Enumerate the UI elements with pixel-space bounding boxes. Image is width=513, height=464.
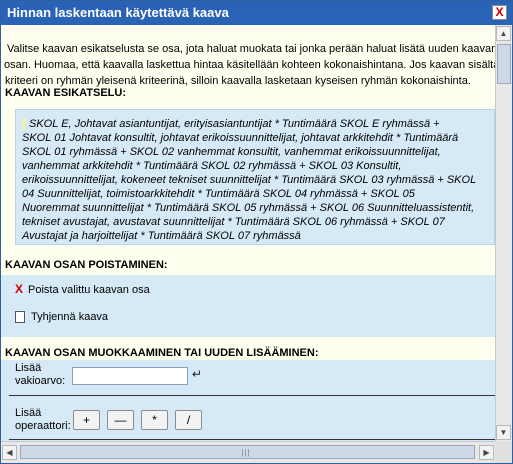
divider	[9, 395, 495, 396]
formula-line[interactable]: SKOL 01 ryhmässä + SKOL 02 vanhemmat kon…	[22, 145, 490, 159]
scroll-right-icon[interactable]: ▶	[479, 445, 494, 460]
edit-title: KAAVAN OSAN MUOKKAAMINEN TAI UUDEN LISÄÄ…	[5, 347, 319, 359]
document-icon[interactable]	[15, 311, 25, 324]
preview-title: KAAVAN ESIKATSELU:	[5, 87, 126, 99]
delete-part-action[interactable]: X Poista valittu kaavan osa	[15, 282, 150, 296]
multiply-operator-button[interactable]: *	[141, 410, 168, 430]
vertical-scroll-thumb[interactable]	[497, 44, 511, 84]
intro-line: Valitse kaavan esikatselusta se osa, jot…	[7, 43, 498, 55]
dialog-title: Hinnan laskentaan käytettävä kaava	[7, 5, 229, 20]
operator-label-line: operaattori:	[15, 420, 71, 432]
formula-line[interactable]: SKOL 01 Johtavat konsultit, johtavat eri…	[22, 131, 490, 145]
formula-line[interactable]: Avustajat ja harjoittelijat * Tuntimäärä…	[22, 229, 490, 243]
formula-dialog: Hinnan laskentaan käytettävä kaava X Val…	[0, 0, 513, 464]
minus-operator-button[interactable]: —	[107, 410, 134, 430]
plus-operator-button[interactable]: +	[73, 410, 100, 430]
formula-line-text[interactable]: SKOL E, Johtavat asiantuntijat, erityisa…	[29, 118, 440, 130]
clear-formula-label[interactable]: Tyhjennä kaava	[31, 311, 108, 323]
divide-operator-button[interactable]: /	[175, 410, 202, 430]
constant-value-input[interactable]	[72, 367, 188, 385]
operator-label: Lisää operaattori:	[15, 407, 71, 433]
formula-line[interactable]: tekniset avustajat, avustavat suunnittel…	[22, 215, 490, 229]
formula-line[interactable]: SKOL E, Johtavat asiantuntijat, erityisa…	[22, 117, 490, 131]
clear-formula-action[interactable]: Tyhjennä kaava	[15, 311, 108, 324]
horizontal-scroll-thumb[interactable]: |||	[20, 445, 475, 459]
title-bar[interactable]: Hinnan laskentaan käytettävä kaava X	[1, 1, 512, 25]
constant-label: Lisää vakioarvo:	[15, 362, 65, 388]
constant-label-line: Lisää	[15, 362, 42, 374]
scroll-left-icon[interactable]: ◀	[2, 445, 17, 460]
formula-line[interactable]: Nuoremmat suunnittelijat * Tuntimäärä SK…	[22, 201, 490, 215]
selection-marker	[22, 118, 25, 131]
remove-title: KAAVAN OSAN POISTAMINEN:	[5, 259, 168, 271]
vertical-scrollbar[interactable]: ▲ ▼	[495, 25, 512, 441]
scroll-down-icon[interactable]: ▼	[496, 425, 511, 440]
enter-arrow-icon[interactable]: ↵	[192, 367, 202, 381]
resize-corner	[495, 441, 512, 463]
operator-label-line: Lisää	[15, 407, 42, 419]
formula-line[interactable]: 04 Suunnittelijat, toimistoarkkitehdit *…	[22, 187, 490, 201]
horizontal-scrollbar[interactable]: ◀ ||| ▶	[1, 441, 495, 463]
scroll-up-icon[interactable]: ▲	[496, 26, 511, 41]
divider	[9, 439, 495, 440]
formula-line[interactable]: erikoissuunnittelijat, kokeneet tekniset…	[22, 173, 490, 187]
close-button[interactable]: X	[492, 5, 507, 20]
grip-icon: |||	[241, 448, 251, 457]
constant-label-line: vakioarvo:	[15, 375, 66, 387]
intro-text: Valitse kaavan esikatselusta se osa, jot…	[4, 41, 499, 89]
formula-text[interactable]: SKOL E, Johtavat asiantuntijat, erityisa…	[22, 117, 490, 243]
formula-line[interactable]: vanhemmat arkkitehdit * Tuntimäärä SKOL …	[22, 159, 490, 173]
delete-part-label[interactable]: Poista valittu kaavan osa	[28, 284, 150, 296]
formula-preview[interactable]: SKOL E, Johtavat asiantuntijat, erityisa…	[15, 109, 495, 245]
intro-line: osan. Huomaa, että kaavalla laskettua hi…	[4, 59, 500, 71]
x-icon[interactable]: X	[15, 282, 25, 296]
